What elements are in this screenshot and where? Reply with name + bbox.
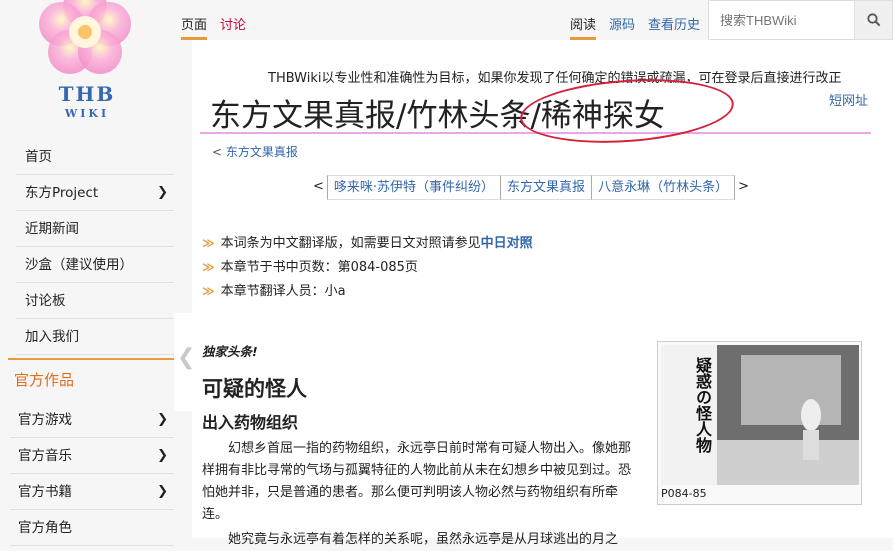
article-subheading: 出入药物组织	[202, 413, 299, 432]
sidebar-nav: 首页东方Project ❯ 近期新闻沙盒（建议使用） 讨论板加入我们	[16, 139, 174, 355]
sidebar-official-item[interactable]: 官方音乐 ❯	[10, 438, 174, 474]
sidebar-item[interactable]: 沙盒（建议使用）	[16, 247, 174, 283]
sidebar-item-label: 讨论板	[25, 293, 66, 309]
chapter-nav: < 哆来咪·苏伊特（事件纠纷） 东方文果真报 八意永琳（竹林头条） >	[310, 175, 752, 200]
sidebar-item[interactable]: 近期新闻	[16, 211, 174, 247]
next-arrow: >	[738, 179, 749, 194]
search-input[interactable]	[720, 13, 850, 28]
search-button[interactable]	[854, 1, 892, 39]
bullet-icon: ≫	[202, 284, 215, 298]
prev-arrow: <	[313, 179, 324, 194]
site-notice: THBWiki以专业性和准确性为目标，如果你发现了任何确定的错误或疏漏，可在登录…	[268, 71, 842, 86]
figure-headline-text: 疑惑の怪人物	[693, 357, 712, 453]
chevron-right-icon: ❯	[157, 412, 168, 427]
sidebar-item-label: 沙盒（建议使用）	[25, 257, 133, 273]
bullet-icon: ≫	[202, 236, 215, 250]
article-paragraph: 幻想乡首屈一指的药物组织，永远亭日前时常有可疑人物出入。像她那样拥有非比寻常的气…	[202, 441, 632, 522]
info-text: 本章节翻译人员：小a	[220, 284, 346, 299]
breadcrumb-arrow: <	[212, 145, 223, 159]
tab-talk[interactable]: 讨论	[220, 14, 246, 40]
sidebar-item[interactable]: 首页	[16, 139, 174, 175]
chevron-right-icon: ❯	[157, 185, 168, 200]
sidebar-collapse-handle[interactable]: ❮	[174, 313, 195, 411]
sidebar-item[interactable]: 加入我们	[16, 319, 174, 355]
breadcrumb-link[interactable]: 东方文果真报	[226, 145, 298, 159]
shortlink-link[interactable]: 短网址	[829, 90, 868, 109]
sidebar-official-item[interactable]: 官方游戏 ❯	[10, 402, 174, 438]
article-paragraph: 她究竟与永远亭有着怎样的关系呢，虽然永远亭是从月球逃出的月之	[228, 532, 619, 547]
bullet-icon: ≫	[202, 260, 215, 274]
logo-subtext: WIKI	[64, 107, 110, 120]
info-line: ≫ 本章节于书中页数：第084-085页	[202, 256, 418, 275]
chevron-right-icon: ❯	[157, 448, 168, 463]
info-text: 本词条为中文翻译版，如需要日文对照请参见	[220, 236, 481, 251]
sidebar-item-label: 官方音乐	[18, 448, 72, 464]
headline-label: 独家头条!	[202, 344, 258, 359]
sidebar-item-label: 首页	[25, 149, 52, 165]
tab-page[interactable]: 页面	[181, 14, 208, 40]
prev-chapter-link[interactable]: 哆来咪·苏伊特（事件纠纷）	[326, 175, 501, 200]
index-link[interactable]: 东方文果真报	[500, 175, 592, 200]
tab-history[interactable]: 查看历史	[648, 14, 700, 40]
next-chapter-link[interactable]: 八意永琳（竹林头条）	[591, 175, 736, 200]
sidebar-item[interactable]: 东方Project ❯	[16, 175, 174, 211]
sidebar-item-label: 东方Project	[25, 185, 99, 201]
search-icon	[867, 13, 881, 27]
info-line: ≫ 本章节翻译人员：小a	[202, 280, 346, 299]
sidebar-item[interactable]: 讨论板	[16, 283, 174, 319]
sidebar-official-item[interactable]: 官方书籍 ❯	[10, 474, 174, 510]
sidebar-nav-official: 官方游戏 ❯ 官方音乐 ❯ 官方书籍 ❯ 官方角色	[10, 402, 174, 546]
sidebar-item-label: 官方游戏	[18, 412, 72, 428]
article-figure[interactable]: 疑惑の怪人物 P084-85	[657, 341, 862, 505]
figure-caption: P084-85	[661, 487, 707, 500]
search-box	[708, 0, 893, 40]
logo-text: THB	[58, 82, 116, 106]
chevron-right-icon: ❯	[157, 484, 168, 499]
sidebar-section-official-works[interactable]: 官方作品	[8, 358, 174, 400]
info-line: ≫ 本词条为中文翻译版，如需要日文对照请参见中日对照	[202, 232, 533, 251]
tab-read[interactable]: 阅读	[570, 14, 597, 40]
sidebar-item-label: 官方角色	[18, 520, 72, 536]
sidebar-item-label: 官方书籍	[18, 484, 72, 500]
sidebar: THB WIKI 首页东方Project ❯ 近期新闻沙盒（建议使用） 讨论板加入我们…	[0, 0, 174, 546]
tab-source[interactable]: 源码	[609, 14, 635, 40]
article-heading: 可疑的怪人	[202, 377, 307, 401]
ja-zh-link[interactable]: 中日对照	[481, 236, 533, 251]
sidebar-item-label: 近期新闻	[25, 221, 79, 237]
sidebar-official-item[interactable]: 官方角色	[10, 510, 174, 546]
top-bar: 页面 讨论 阅读 源码 查看历史	[174, 0, 893, 40]
figure-image[interactable]: 疑惑の怪人物	[661, 345, 859, 485]
info-text: 本章节于书中页数：第084-085页	[220, 260, 418, 275]
sidebar-item-label: 加入我们	[25, 329, 79, 345]
breadcrumb: < 东方文果真报	[212, 143, 298, 160]
